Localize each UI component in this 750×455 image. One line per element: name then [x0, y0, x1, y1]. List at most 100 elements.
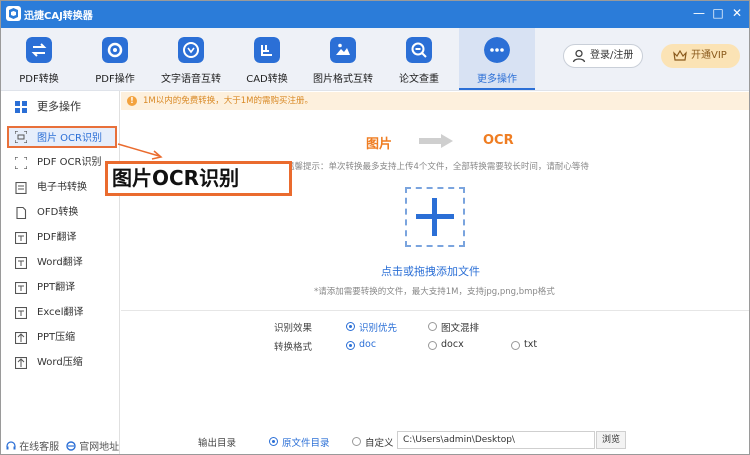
effect-radio-mixed[interactable]: 图文混排 [428, 320, 479, 334]
callout-label: 图片OCR识别 [105, 161, 292, 196]
effect-label: 识别效果 [274, 323, 313, 334]
arrow-right-icon [419, 134, 453, 148]
format-label: 转换格式 [274, 342, 313, 353]
vip-button[interactable]: 开通VIP [661, 44, 740, 68]
effect-radio-priority[interactable]: 识别优先 [346, 320, 397, 334]
tool-cad-convert[interactable]: CAD转换 [229, 28, 305, 90]
sidebar-item-pdf-translate[interactable]: PDF翻译 [7, 227, 117, 249]
tool-pdf-convert[interactable]: PDF转换 [1, 28, 77, 90]
app-window: 迅捷CAJ转换器 — □ ✕ PDF转换 PDF操作 文字语音互转 CAD转换 … [0, 0, 750, 455]
output-radio-source[interactable]: 原文件目录 [269, 435, 330, 449]
translate-icon [15, 307, 27, 319]
tool-label: PDF操作 [95, 74, 135, 85]
output-dir-label: 输出目录 [198, 438, 237, 449]
sidebar-item-label: PPT压缩 [37, 332, 76, 343]
tool-label: 论文查重 [399, 74, 439, 85]
tool-text-speech[interactable]: 文字语音互转 [153, 28, 229, 90]
headset-icon [6, 441, 16, 450]
tool-thesis-check[interactable]: 论文查重 [381, 28, 457, 90]
file-dropzone[interactable] [405, 187, 465, 247]
ie-icon [66, 441, 76, 451]
format-hint: *请添加需要转换的文件，最大支持1M，支持jpg,png,bmp格式 [314, 287, 555, 297]
sidebar-item-label: Word压缩 [37, 357, 83, 368]
tool-label: PDF转换 [19, 74, 59, 85]
compress-icon [15, 332, 27, 344]
browse-button[interactable]: 浏览 [596, 431, 626, 449]
sidebar-item-ppt-compress[interactable]: PPT压缩 [7, 327, 117, 349]
radio-label: 原文件目录 [282, 438, 330, 449]
website-link[interactable]: 官网地址 [66, 438, 119, 453]
translate-icon [15, 282, 27, 294]
sidebar-header-more-ops: 更多操作 [7, 96, 117, 118]
output-path-input[interactable] [397, 431, 595, 449]
sidebar-item-ppt-translate[interactable]: PPT翻译 [7, 277, 117, 299]
tool-more-ops[interactable]: 更多操作 [459, 28, 535, 90]
user-icon [572, 49, 586, 63]
minimize-button[interactable]: — [691, 5, 707, 21]
compress-icon [15, 357, 27, 369]
radio-label: docx [441, 339, 464, 350]
section-divider [121, 310, 749, 311]
login-button[interactable]: 登录/注册 [563, 44, 643, 68]
sidebar-item-ebook[interactable]: 电子书转换 [7, 177, 117, 199]
crown-icon [673, 50, 687, 61]
sidebar-item-word-translate[interactable]: Word翻译 [7, 252, 117, 274]
tool-pdf-ops[interactable]: PDF操作 [77, 28, 153, 90]
online-service-label: 在线客服 [19, 442, 60, 453]
tool-label: 文字语音互转 [161, 74, 221, 85]
online-service-link[interactable]: 在线客服 [6, 438, 59, 453]
tip-text: 温馨提示：单次转换最多支持上传4个文件，全部转换需要较长时间，请耐心等待 [286, 162, 589, 172]
website-label: 官网地址 [79, 442, 120, 453]
search-doc-icon [406, 37, 432, 63]
sidebar-item-label: PDF OCR识别 [37, 157, 102, 168]
cad-icon [254, 37, 280, 63]
tool-image-convert[interactable]: 图片格式互转 [305, 28, 381, 90]
image-icon [330, 37, 356, 63]
output-radio-custom[interactable]: 自定义 [352, 435, 394, 449]
format-radio-docx[interactable]: docx [428, 339, 464, 350]
add-file-link[interactable]: 点击或拖拽添加文件 [381, 263, 480, 279]
radio-label: 识别优先 [359, 323, 398, 334]
maximize-button[interactable]: □ [710, 5, 726, 21]
flow-target-label: OCR [483, 133, 514, 148]
radio-label: doc [359, 339, 377, 350]
tool-label: 更多操作 [477, 74, 517, 85]
sidebar-item-label: 图片 OCR识别 [37, 133, 102, 144]
translate-icon [15, 257, 27, 269]
sidebar-item-label: 电子书转换 [37, 182, 87, 193]
sidebar-item-label: Excel翻译 [37, 307, 84, 318]
sidebar: 更多操作 图片 OCR识别 PDF OCR识别 电子书转换 OFD转换 PDF翻… [1, 91, 120, 454]
sidebar-item-label: Word翻译 [37, 257, 83, 268]
close-button[interactable]: ✕ [729, 5, 745, 21]
scan-icon [15, 131, 27, 143]
sidebar-item-label: PPT翻译 [37, 282, 76, 293]
sidebar-item-excel-translate[interactable]: Excel翻译 [7, 302, 117, 324]
document-icon [16, 207, 27, 219]
scan-icon [15, 157, 27, 169]
sidebar-item-label: PDF翻译 [37, 232, 77, 243]
translate-icon [15, 232, 27, 244]
radio-label: 自定义 [365, 438, 394, 449]
app-title: 迅捷CAJ转换器 [24, 11, 93, 22]
main-toolbar: PDF转换 PDF操作 文字语音互转 CAD转换 图片格式互转 论文查重 更多操… [1, 28, 749, 91]
info-icon: ! [127, 96, 137, 106]
notice-bar: ! 1M以内的免费转换，大于1M的需购买注册。 [121, 92, 749, 110]
sidebar-item-image-ocr[interactable]: 图片 OCR识别 [7, 126, 117, 148]
sidebar-item-word-compress[interactable]: Word压缩 [7, 352, 117, 374]
sidebar-item-pdf-ocr[interactable]: PDF OCR识别 [7, 152, 117, 174]
more-icon [484, 37, 510, 63]
sidebar-item-label: OFD转换 [37, 207, 79, 218]
ebook-icon [15, 182, 27, 194]
radio-label: 图文混排 [441, 323, 480, 334]
notice-text: 1M以内的免费转换，大于1M的需购买注册。 [143, 96, 313, 106]
plus-icon [416, 198, 454, 236]
tool-label: 图片格式互转 [313, 74, 373, 85]
format-radio-doc[interactable]: doc [346, 339, 376, 350]
sidebar-header-label: 更多操作 [37, 100, 81, 113]
gear-icon [102, 37, 128, 63]
swap-icon [26, 37, 52, 63]
tool-label: CAD转换 [246, 74, 288, 85]
grid-icon [15, 101, 27, 113]
sidebar-item-ofd[interactable]: OFD转换 [7, 202, 117, 224]
format-radio-txt[interactable]: txt [511, 339, 537, 350]
